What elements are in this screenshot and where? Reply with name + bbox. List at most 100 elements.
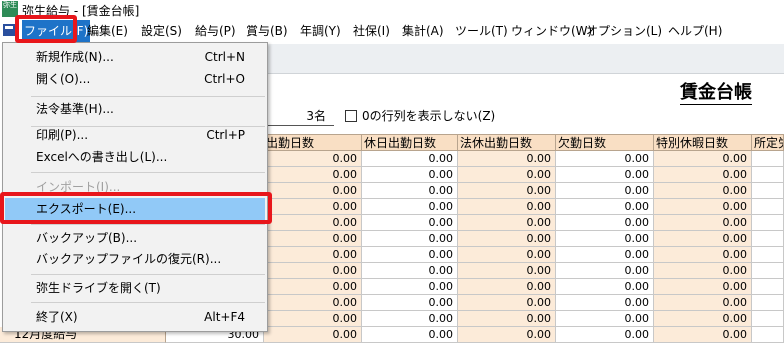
menu-bonus[interactable]: 賞与(B) [244,20,290,42]
table-cell[interactable]: 0.00 [362,279,458,295]
table-cell[interactable]: 0.00 [654,215,752,231]
table-cell[interactable]: 0.00 [458,231,556,247]
table-cell[interactable]: 0.00 [362,231,458,247]
table-cell[interactable]: 0.00 [556,279,654,295]
table-cell[interactable]: 0.00 [654,311,752,327]
table-cell[interactable]: 0.00 [654,231,752,247]
table-cell[interactable]: 0.00 [458,151,556,167]
table-cell[interactable]: 0.00 [362,151,458,167]
table-cell[interactable] [752,295,784,311]
menu-salary[interactable]: 給与(P) [193,20,238,42]
table-cell[interactable]: 0.00 [362,295,458,311]
table-cell[interactable]: 0.00 [362,327,458,343]
column-header[interactable]: 休日出勤日数 [362,134,458,151]
table-cell[interactable]: 0.00 [264,263,362,279]
table-cell[interactable]: 0.00 [458,279,556,295]
table-cell[interactable] [752,247,784,263]
menu-options[interactable]: オプション(L) [584,20,664,42]
menu-settings[interactable]: 設定(S) [139,20,184,42]
table-cell[interactable]: 0.00 [556,263,654,279]
menu-file[interactable]: ファイル(F) [22,20,91,42]
table-cell[interactable]: 0.00 [264,327,362,343]
hide-zero-label[interactable]: 0の行列を表示しない(Z) [362,107,495,124]
table-cell[interactable]: 0.00 [264,311,362,327]
menu-item-exit[interactable]: 終了(X) Alt+F4 [5,306,265,328]
menu-help[interactable]: ヘルプ(H) [666,20,724,42]
menu-item-law-standards[interactable]: 法令基準(H)... [5,98,265,120]
menu-window[interactable]: ウィンドウ(W) [509,20,594,42]
table-cell[interactable] [752,167,784,183]
table-cell[interactable]: 0.00 [556,311,654,327]
table-cell[interactable] [752,279,784,295]
menu-item-new[interactable]: 新規作成(N)... Ctrl+N [5,46,265,68]
table-cell[interactable]: 0.00 [458,295,556,311]
table-cell[interactable]: 0.00 [362,311,458,327]
table-cell[interactable] [752,215,784,231]
table-cell[interactable]: 0.00 [264,199,362,215]
table-cell[interactable] [752,327,784,343]
table-cell[interactable]: 0.00 [458,199,556,215]
menu-tools[interactable]: ツール(T) [453,20,510,42]
table-cell[interactable]: 0.00 [362,183,458,199]
table-cell[interactable]: 0.00 [556,215,654,231]
table-cell[interactable]: 0.00 [362,199,458,215]
table-cell[interactable]: 0.00 [264,215,362,231]
table-cell[interactable]: 0.00 [362,247,458,263]
column-header[interactable]: 欠勤日数 [556,134,654,151]
table-cell[interactable]: 0.00 [654,151,752,167]
table-cell[interactable]: 0.00 [458,311,556,327]
hide-zero-checkbox[interactable] [345,110,357,122]
table-cell[interactable]: 0.00 [556,151,654,167]
table-cell[interactable]: 0.00 [458,263,556,279]
table-cell[interactable]: 0.00 [264,295,362,311]
table-cell[interactable] [752,311,784,327]
menu-item-open[interactable]: 開く(O)... Ctrl+O [5,68,265,90]
table-cell[interactable]: 0.00 [458,183,556,199]
menu-item-yayoi-drive[interactable]: 弥生ドライブを開く(T) [5,277,265,299]
table-cell[interactable]: 0.00 [264,183,362,199]
table-cell[interactable]: 0.00 [362,215,458,231]
table-cell[interactable]: 0.00 [556,199,654,215]
table-cell[interactable]: 0.00 [264,279,362,295]
table-cell[interactable]: 0.00 [264,247,362,263]
column-header[interactable]: 所定労 [752,134,784,151]
table-cell[interactable] [752,263,784,279]
table-cell[interactable]: 0.00 [654,247,752,263]
menu-year-end[interactable]: 年調(Y) [298,20,343,42]
column-header[interactable]: 法休出勤日数 [458,134,556,151]
table-cell[interactable]: 0.00 [654,263,752,279]
table-cell[interactable] [752,183,784,199]
menu-item-restore-backup[interactable]: バックアップファイルの復元(R)... [5,248,265,270]
table-cell[interactable] [752,231,784,247]
table-cell[interactable]: 0.00 [556,183,654,199]
menu-social-insurance[interactable]: 社保(I) [351,20,392,42]
table-cell[interactable]: 0.00 [556,167,654,183]
menu-edit[interactable]: 編集(E) [85,20,130,42]
table-cell[interactable]: 0.00 [264,167,362,183]
table-cell[interactable]: 0.00 [654,183,752,199]
column-header[interactable]: 出勤日数 [264,134,362,151]
menu-item-export[interactable]: エクスポート(E)... [5,198,265,220]
table-cell[interactable]: 0.00 [458,247,556,263]
table-cell[interactable]: 0.00 [654,279,752,295]
menu-summary[interactable]: 集計(A) [400,20,446,42]
table-cell[interactable]: 0.00 [654,327,752,343]
menu-item-excel-export[interactable]: Excelへの書き出し(L)... [5,146,265,168]
table-cell[interactable]: 0.00 [458,167,556,183]
table-cell[interactable] [752,199,784,215]
column-header[interactable]: 特別休暇日数 [654,134,752,151]
table-cell[interactable]: 0.00 [654,167,752,183]
table-cell[interactable]: 0.00 [556,295,654,311]
table-cell[interactable]: 0.00 [556,247,654,263]
table-cell[interactable]: 0.00 [654,199,752,215]
table-cell[interactable]: 0.00 [556,327,654,343]
table-cell[interactable]: 0.00 [362,167,458,183]
table-cell[interactable]: 0.00 [458,215,556,231]
table-cell[interactable]: 0.00 [556,231,654,247]
menu-item-print[interactable]: 印刷(P)... Ctrl+P [5,124,265,146]
menu-item-backup[interactable]: バックアップ(B)... [5,227,265,249]
table-cell[interactable]: 0.00 [654,295,752,311]
table-cell[interactable]: 0.00 [264,231,362,247]
table-cell[interactable]: 0.00 [362,263,458,279]
table-cell[interactable]: 0.00 [264,151,362,167]
